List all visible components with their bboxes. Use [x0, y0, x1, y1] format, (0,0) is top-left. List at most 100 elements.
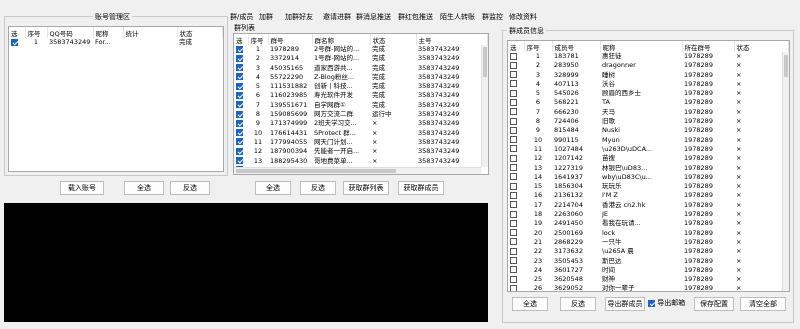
row-checkbox[interactable] [236, 147, 243, 155]
table-row[interactable]: 24 3601727 时间 1978289 × [508, 266, 789, 275]
table-row[interactable]: 15 1856304 玩玩乐 1978289 × [508, 182, 789, 191]
row-checkbox[interactable] [510, 80, 517, 88]
table-row[interactable]: 13 188295430 哥地费菜单... × 3583743249 [234, 157, 488, 166]
col-header-status[interactable]: 状态 [370, 34, 417, 45]
row-checkbox[interactable] [11, 38, 18, 46]
row-checkbox[interactable] [510, 238, 517, 246]
row-checkbox[interactable] [510, 284, 517, 291]
table-row[interactable]: 10 176614431 SProtect 群... × 3583743249 [234, 129, 488, 138]
table-row[interactable]: 25 3620548 财神 1978289 × [508, 275, 789, 284]
group-hscrollbar[interactable] [234, 167, 481, 174]
row-checkbox[interactable] [236, 73, 243, 81]
table-row[interactable]: 21 2868229 一只牛 1978289 × [508, 238, 789, 247]
save-config-button[interactable]: 保存配置 [694, 297, 734, 311]
table-row[interactable]: 20 2500169 lock 1978289 × [508, 229, 789, 238]
col-header-member-id[interactable]: 成员号 [552, 41, 601, 52]
col-header-owner[interactable]: 主号 [416, 34, 488, 45]
table-row[interactable]: 11 177994055 网天门计划... × 3583743249 [234, 138, 488, 147]
table-row[interactable]: 11 1027484 \u263D\uDCA... 1978289 × [508, 145, 789, 154]
table-row[interactable]: 8 159085699 网方交流二群 运行中 3583743249 [234, 110, 488, 119]
table-row[interactable]: 8 724406 旧歌 1978289 × [508, 117, 789, 126]
row-checkbox[interactable] [236, 91, 243, 99]
member-invert-button[interactable]: 反选 [560, 297, 596, 311]
table-row[interactable]: 18 2263060 JE 1978289 × [508, 210, 789, 219]
col-header-status[interactable]: 状态 [734, 41, 789, 52]
col-header-select[interactable]: 选 [234, 34, 249, 45]
table-row[interactable]: 16 2136132 I'M Z 1978289 × [508, 191, 789, 200]
table-row[interactable]: 12 187900394 先能者一开启... × 3583743249 [234, 147, 488, 156]
table-row[interactable]: 12 1207142 苗搜 1978289 × [508, 154, 789, 163]
table-row[interactable]: 26 3629052 对你一辈子 1978289 × [508, 284, 789, 291]
table-row[interactable]: 1 183781 惠狂徒 1978289 × [508, 52, 789, 61]
tab-invite[interactable]: 邀请进群 [323, 12, 351, 22]
row-checkbox[interactable] [236, 138, 243, 146]
col-header-index[interactable]: 序号 [524, 41, 553, 52]
table-row[interactable]: 9 171374999 2班夫学习交... × 3583743249 [234, 119, 488, 128]
row-checkbox[interactable] [510, 126, 517, 134]
member-select-all-button[interactable]: 全选 [512, 297, 548, 311]
table-row[interactable]: 3 328999 睡树 1978289 × [508, 71, 789, 80]
row-checkbox[interactable] [510, 164, 517, 172]
row-checkbox[interactable] [510, 247, 517, 255]
row-checkbox[interactable] [236, 129, 243, 137]
table-row[interactable]: 17 2214704 香港云 cn2.hk 1978289 × [508, 201, 789, 210]
row-checkbox[interactable] [236, 82, 243, 90]
col-header-index[interactable]: 序号 [248, 34, 269, 45]
table-row[interactable]: 3 45035165 道家西游共... 完成 3583743249 [234, 64, 488, 73]
col-header-nickname[interactable]: 昵称 [600, 41, 683, 52]
table-row[interactable]: 13 1227319 林银巴\uD83... 1978289 × [508, 164, 789, 173]
tab-transfer[interactable]: 陌生人转账 [440, 12, 475, 22]
row-checkbox[interactable] [510, 61, 517, 69]
row-checkbox[interactable] [510, 266, 517, 274]
table-row[interactable]: 1 1978289 2号群-网站的... 完成 3583743249 [234, 45, 488, 54]
table-row[interactable]: 7 139551671 自学网群① 完成 3583743249 [234, 101, 488, 110]
row-checkbox[interactable] [510, 136, 517, 144]
table-row[interactable]: 9 815484 Nuski 1978289 × [508, 126, 789, 135]
clear-all-button[interactable]: 清空全部 [740, 297, 786, 311]
load-account-button[interactable]: 载入账号 [60, 181, 104, 195]
row-checkbox[interactable] [236, 54, 243, 62]
tab-add-friend[interactable]: 加群好友 [285, 12, 313, 22]
col-header-stats[interactable]: 统计 [123, 27, 178, 38]
table-row[interactable]: 23 3505453 斯巴达 1978289 × [508, 257, 789, 266]
table-row[interactable]: 6 116023985 寿光软件开发 完成 3583743249 [234, 91, 488, 100]
row-checkbox[interactable] [510, 52, 517, 60]
account-invert-button[interactable]: 反选 [170, 181, 210, 195]
table-row[interactable]: 4 55722290 Z-Blog粉丝... 完成 3583743249 [234, 73, 488, 82]
col-header-select[interactable]: 选 [508, 41, 525, 52]
account-select-all-button[interactable]: 全选 [124, 181, 164, 195]
table-row[interactable]: 1 3583743249 For... 完成 [9, 38, 223, 47]
row-checkbox[interactable] [510, 257, 517, 265]
table-row[interactable]: 10 990115 Myun 1978289 × [508, 136, 789, 145]
col-header-select[interactable]: 选 [9, 27, 26, 38]
table-row[interactable]: 7 666230 天马 1978289 × [508, 108, 789, 117]
row-checkbox[interactable] [510, 98, 517, 106]
table-row[interactable]: 4 407113 沃谷 1978289 × [508, 80, 789, 89]
col-header-qq[interactable]: QQ号码 [47, 27, 94, 38]
tab-edit-profile[interactable]: 修改资料 [509, 12, 537, 22]
export-email-check-icon[interactable] [648, 299, 655, 307]
group-invert-button[interactable]: 反选 [300, 181, 336, 195]
fetch-groups-button[interactable]: 获取群列表 [343, 181, 389, 195]
table-row[interactable]: 2 3372914 1号群-网站的... 完成 3583743249 [234, 54, 488, 63]
table-row[interactable]: 22 3173632 \u265A 晨 1978289 × [508, 247, 789, 256]
row-checkbox[interactable] [510, 71, 517, 79]
row-checkbox[interactable] [236, 157, 243, 165]
row-checkbox[interactable] [510, 89, 517, 97]
col-header-group-id[interactable]: 群号 [268, 34, 313, 45]
row-checkbox[interactable] [236, 64, 243, 72]
row-checkbox[interactable] [236, 101, 243, 109]
row-checkbox[interactable] [510, 219, 517, 227]
table-row[interactable]: 5 545026 顾眉的西乡士 1978289 × [508, 89, 789, 98]
group-scrollbar[interactable] [481, 45, 488, 167]
col-header-group-id[interactable]: 所在群号 [682, 41, 735, 52]
row-checkbox[interactable] [510, 229, 517, 237]
row-checkbox[interactable] [510, 201, 517, 209]
row-checkbox[interactable] [236, 119, 243, 127]
row-checkbox[interactable] [510, 210, 517, 218]
row-checkbox[interactable] [510, 173, 517, 181]
row-checkbox[interactable] [510, 182, 517, 190]
table-row[interactable]: 14 1641937 wby\uD83C\u... 1978289 × [508, 173, 789, 182]
row-checkbox[interactable] [510, 117, 517, 125]
tab-group-member[interactable]: 群/成员 [230, 12, 253, 22]
